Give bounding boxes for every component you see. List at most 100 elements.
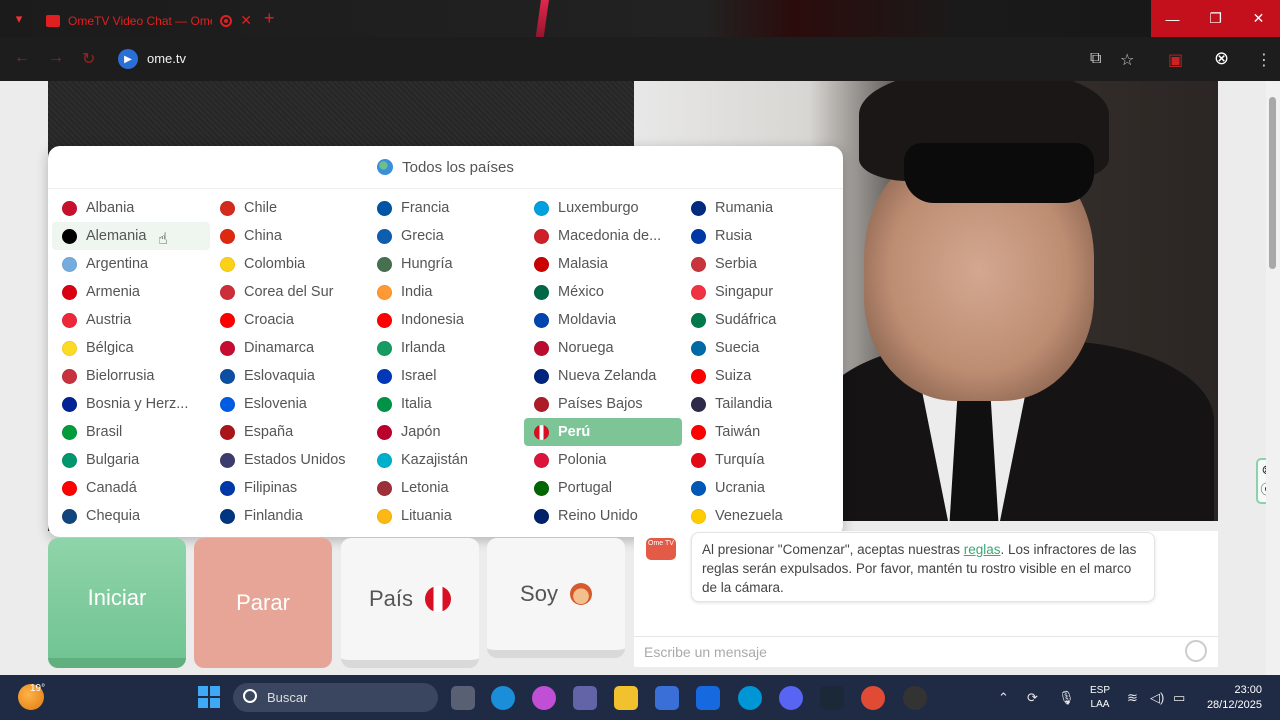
country-option[interactable]: Argentina: [52, 250, 210, 278]
country-option[interactable]: Brasil: [52, 418, 210, 446]
country-option[interactable]: Taiwán: [681, 418, 839, 446]
country-option[interactable]: India: [367, 278, 525, 306]
menu-icon[interactable]: ⋮: [1256, 50, 1272, 70]
country-option[interactable]: Colombia: [210, 250, 368, 278]
country-option[interactable]: Austria: [52, 306, 210, 334]
country-option[interactable]: Armenia: [52, 278, 210, 306]
browser-tab[interactable]: OmeTV Video Chat — Omegle ✕: [38, 4, 260, 37]
rules-link[interactable]: reglas: [964, 542, 1001, 557]
close-window-button[interactable]: ✕: [1237, 0, 1280, 37]
scrollbar-thumb[interactable]: [1269, 97, 1276, 269]
country-option[interactable]: Rusia: [681, 222, 839, 250]
gender-button[interactable]: Soy: [487, 538, 625, 658]
reload-icon[interactable]: ↻: [82, 49, 95, 69]
minimize-button[interactable]: —: [1151, 0, 1194, 37]
obs-icon[interactable]: [903, 686, 927, 710]
bookmark-star-icon[interactable]: ☆: [1120, 50, 1134, 70]
country-option[interactable]: Noruega: [524, 334, 682, 362]
country-option[interactable]: Corea del Sur: [210, 278, 368, 306]
volume-icon[interactable]: ◁): [1150, 690, 1164, 706]
forward-icon[interactable]: →: [48, 49, 64, 67]
country-option[interactable]: Grecia: [367, 222, 525, 250]
taskbar-search[interactable]: Buscar: [233, 683, 438, 712]
country-option[interactable]: Países Bajos: [524, 390, 682, 418]
country-option[interactable]: Serbia: [681, 250, 839, 278]
country-option[interactable]: Canadá: [52, 474, 210, 502]
language-indicator[interactable]: ESP LAA: [1088, 684, 1112, 712]
country-option[interactable]: Lituania: [367, 502, 525, 530]
profile-avatar-icon[interactable]: ⊗: [1214, 48, 1229, 69]
country-option[interactable]: Venezuela: [681, 502, 839, 530]
file-explorer-icon[interactable]: [614, 686, 638, 710]
discord-icon[interactable]: [779, 686, 803, 710]
country-option[interactable]: Albania: [52, 194, 210, 222]
country-option[interactable]: Eslovenia: [210, 390, 368, 418]
country-option[interactable]: Bulgaria: [52, 446, 210, 474]
country-option[interactable]: Finlandia: [210, 502, 368, 530]
country-option[interactable]: Italia: [367, 390, 525, 418]
country-option[interactable]: Letonia: [367, 474, 525, 502]
country-option[interactable]: Polonia: [524, 446, 682, 474]
country-option[interactable]: Ucrania: [681, 474, 839, 502]
country-option[interactable]: Bosnia y Herz...: [52, 390, 210, 418]
tab-search-icon[interactable]: ▾: [8, 8, 30, 30]
country-option[interactable]: Israel: [367, 362, 525, 390]
country-option[interactable]: China: [210, 222, 368, 250]
country-option[interactable]: Francia: [367, 194, 525, 222]
country-option[interactable]: Portugal: [524, 474, 682, 502]
maximize-button[interactable]: ❐: [1194, 0, 1237, 37]
country-option[interactable]: Chequia: [52, 502, 210, 530]
country-option[interactable]: Japón: [367, 418, 525, 446]
install-app-icon[interactable]: ⧉: [1090, 50, 1101, 68]
country-option[interactable]: Moldavia: [524, 306, 682, 334]
windows-start-icon[interactable]: [198, 686, 220, 708]
task-view-icon[interactable]: [451, 686, 475, 710]
stop-button[interactable]: Parar: [194, 538, 332, 668]
hp-icon[interactable]: [738, 686, 762, 710]
country-option[interactable]: Indonesia: [367, 306, 525, 334]
country-option[interactable]: Nueva Zelanda: [524, 362, 682, 390]
tray-chevron-icon[interactable]: ⌃: [998, 690, 1009, 706]
site-camera-icon[interactable]: ▶: [118, 49, 138, 69]
url-text[interactable]: ome.tv: [147, 51, 186, 66]
country-option[interactable]: Dinamarca: [210, 334, 368, 362]
store-icon[interactable]: [655, 686, 679, 710]
country-option[interactable]: Suiza: [681, 362, 839, 390]
emoji-icon[interactable]: [1185, 640, 1207, 662]
country-option[interactable]: Bielorrusia: [52, 362, 210, 390]
country-option[interactable]: Irlanda: [367, 334, 525, 362]
country-option[interactable]: Croacia: [210, 306, 368, 334]
country-option[interactable]: Luxemburgo: [524, 194, 682, 222]
country-option[interactable]: Alemania: [52, 222, 210, 250]
clock[interactable]: 23:00 28/12/2025: [1200, 683, 1262, 713]
country-option[interactable]: Kazajistán: [367, 446, 525, 474]
country-option[interactable]: Suecia: [681, 334, 839, 362]
country-option[interactable]: Filipinas: [210, 474, 368, 502]
copilot-icon[interactable]: [532, 686, 556, 710]
country-option[interactable]: Turquía: [681, 446, 839, 474]
microphone-icon[interactable]: 🎙: [1058, 690, 1075, 706]
country-option[interactable]: Perú: [524, 418, 682, 446]
steam-icon[interactable]: [820, 686, 844, 710]
country-option[interactable]: Estados Unidos: [210, 446, 368, 474]
new-tab-button[interactable]: +: [264, 9, 275, 27]
country-option[interactable]: Singapur: [681, 278, 839, 306]
dropbox-icon[interactable]: [696, 686, 720, 710]
teams-icon[interactable]: [573, 686, 597, 710]
sync-icon[interactable]: ⟳: [1027, 690, 1038, 706]
country-option[interactable]: Sudáfrica: [681, 306, 839, 334]
message-input[interactable]: Escribe un mensaje: [634, 636, 1218, 667]
country-option[interactable]: Macedonia de...: [524, 222, 682, 250]
edge-icon[interactable]: [491, 686, 515, 710]
wifi-icon[interactable]: ≋: [1127, 690, 1138, 706]
battery-icon[interactable]: ▭: [1173, 690, 1185, 706]
extension-icon[interactable]: ▣: [1168, 50, 1183, 70]
country-option[interactable]: Rumania: [681, 194, 839, 222]
country-option[interactable]: Reino Unido: [524, 502, 682, 530]
country-option[interactable]: México: [524, 278, 682, 306]
start-button[interactable]: Iniciar: [48, 538, 186, 668]
country-button[interactable]: País: [341, 538, 479, 668]
country-option[interactable]: Chile: [210, 194, 368, 222]
country-option[interactable]: Eslovaquia: [210, 362, 368, 390]
country-option[interactable]: Malasia: [524, 250, 682, 278]
